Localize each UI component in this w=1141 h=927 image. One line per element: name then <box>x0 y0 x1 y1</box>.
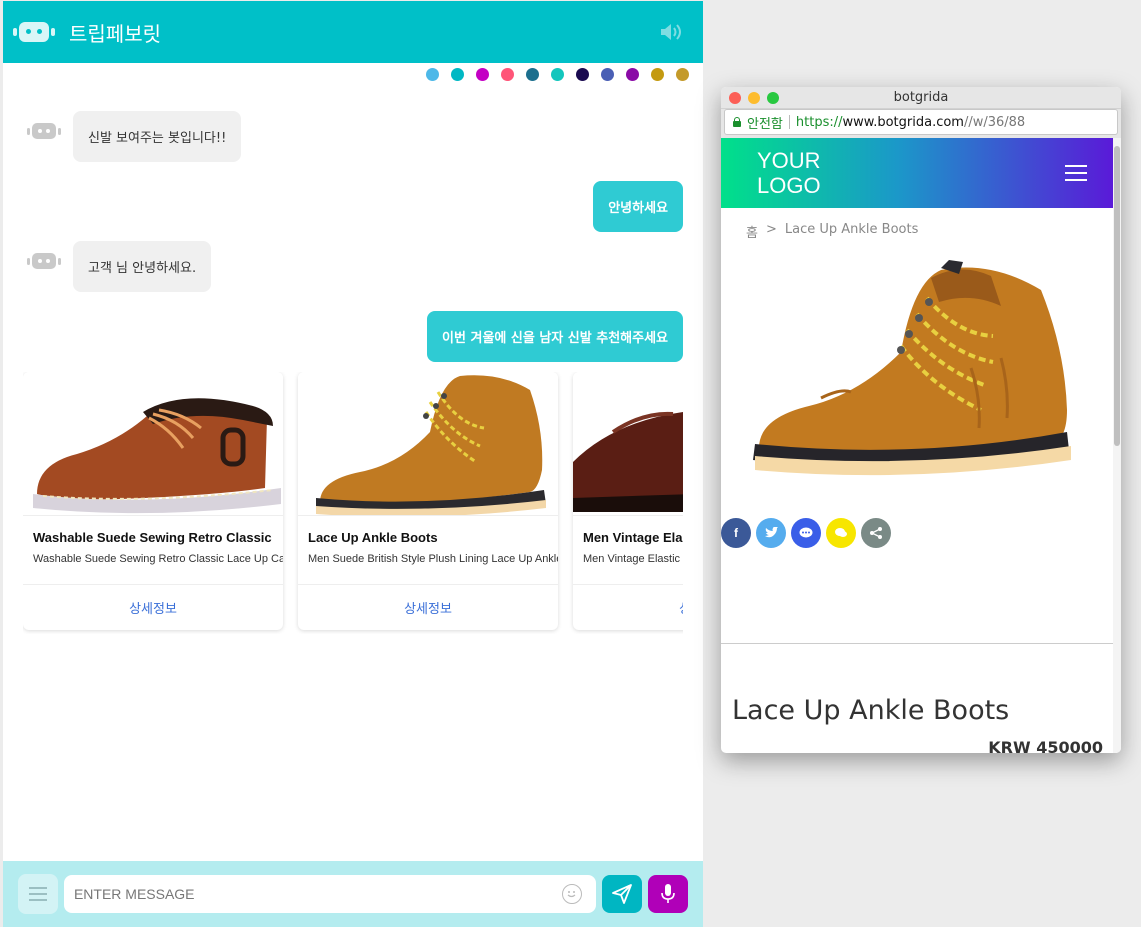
product-card-title: Washable Suede Sewing Retro Classic <box>33 530 272 545</box>
chat-composer <box>3 861 703 927</box>
product-card: Washable Suede Sewing Retro Classic Wash… <box>23 372 283 630</box>
send-icon <box>612 884 632 904</box>
window-title: botgrida <box>893 90 949 105</box>
product-image <box>298 372 558 516</box>
product-image <box>741 258 1091 498</box>
color-swatch[interactable] <box>526 68 539 81</box>
mic-button[interactable] <box>648 875 688 913</box>
product-image <box>573 372 683 516</box>
chat-icon[interactable] <box>791 518 821 548</box>
detail-info-button[interactable]: 상세정보 <box>23 584 283 630</box>
share-icon[interactable] <box>861 518 891 548</box>
product-carousel[interactable]: Washable Suede Sewing Retro Classic Wash… <box>23 372 683 634</box>
product-card-desc: Men Vintage Elastic <box>583 553 681 565</box>
url-scheme: https:// <box>795 114 843 130</box>
site-header: YOUR LOGO <box>721 138 1113 208</box>
user-message: 안녕하세요 <box>593 181 683 232</box>
address-bar[interactable]: 안전함 https:// www.botgrida.com //w/36/88 <box>724 109 1118 135</box>
product-card-title: Men Vintage Elastic <box>583 530 683 545</box>
bot-logo-icon <box>13 21 55 43</box>
lock-icon <box>733 117 741 127</box>
color-swatch[interactable] <box>551 68 564 81</box>
twitter-icon[interactable] <box>756 518 786 548</box>
color-swatch[interactable] <box>476 68 489 81</box>
menu-button[interactable] <box>18 874 58 914</box>
product-name: Lace Up Ankle Boots <box>732 695 1010 726</box>
chat-panel: 트립페보릿 신발 보여주는 봇입니다!! 안녕하세요 고객 님 안녕하세요. 이… <box>3 1 703 927</box>
chat-title: 트립페보릿 <box>69 21 161 46</box>
bot-message-text: 고객 님 안녕하세요. <box>73 241 212 292</box>
logo-line: LOGO <box>757 173 821 198</box>
color-swatch[interactable] <box>576 68 589 81</box>
bot-avatar-icon <box>27 253 61 269</box>
bot-message: 신발 보여주는 봇입니다!! <box>27 111 242 162</box>
logo-line: YOUR <box>757 148 821 173</box>
theme-color-palette <box>426 68 689 81</box>
color-swatch[interactable] <box>426 68 439 81</box>
product-price: KRW 450000 <box>988 738 1103 753</box>
detail-info-button[interactable]: 상세정보 <box>573 584 683 630</box>
user-message: 이번 겨울에 신을 남자 신발 추천해주세요 <box>427 311 683 362</box>
chat-header: 트립페보릿 <box>3 1 703 63</box>
detail-info-button[interactable]: 상세정보 <box>298 584 558 630</box>
page-scrollbar[interactable] <box>1113 138 1121 753</box>
hamburger-menu-icon[interactable] <box>1065 165 1087 181</box>
color-swatch[interactable] <box>651 68 664 81</box>
product-card-desc: Men Suede British Style Plush Lining Lac… <box>308 553 558 565</box>
color-swatch[interactable] <box>501 68 514 81</box>
breadcrumb-current: Lace Up Ankle Boots <box>784 222 919 237</box>
browser-window: botgrida 안전함 https:// www.botgrida.com /… <box>721 87 1121 753</box>
message-input[interactable] <box>73 886 544 902</box>
web-page: YOUR LOGO 홈 > Lace Up Ankle Boots f Lace… <box>721 138 1113 753</box>
breadcrumb-separator: > <box>765 222 777 237</box>
send-button[interactable] <box>602 875 643 913</box>
window-titlebar: botgrida <box>721 87 1121 109</box>
color-swatch[interactable] <box>451 68 464 81</box>
product-image <box>23 372 283 516</box>
speaker-icon[interactable] <box>659 22 683 42</box>
color-swatch[interactable] <box>676 68 689 81</box>
divider <box>721 643 1113 644</box>
breadcrumb: 홈 > Lace Up Ankle Boots <box>721 208 1113 241</box>
color-swatch[interactable] <box>626 68 639 81</box>
site-logo[interactable]: YOUR LOGO <box>757 148 821 198</box>
share-buttons: f <box>721 518 891 548</box>
product-card-desc: Washable Suede Sewing Retro Classic Lace… <box>33 553 283 565</box>
color-swatch[interactable] <box>601 68 614 81</box>
message-input-wrap <box>63 875 597 913</box>
bot-avatar-icon <box>27 123 61 139</box>
emoji-icon[interactable] <box>562 884 583 904</box>
product-card-title: Lace Up Ankle Boots <box>308 530 438 545</box>
breadcrumb-home[interactable]: 홈 <box>746 222 758 241</box>
bot-message-text: 신발 보여주는 봇입니다!! <box>73 111 242 162</box>
url-path: //w/36/88 <box>963 114 1026 130</box>
kakao-icon[interactable] <box>826 518 856 548</box>
product-card: Lace Up Ankle Boots Men Suede British St… <box>298 372 558 630</box>
product-card: Men Vintage Elastic Men Vintage Elastic … <box>573 372 683 630</box>
secure-label: 안전함 <box>747 116 783 132</box>
url-host: www.botgrida.com <box>842 114 964 130</box>
bot-message: 고객 님 안녕하세요. <box>27 241 212 292</box>
facebook-icon[interactable]: f <box>721 518 751 548</box>
mic-icon <box>661 884 675 903</box>
